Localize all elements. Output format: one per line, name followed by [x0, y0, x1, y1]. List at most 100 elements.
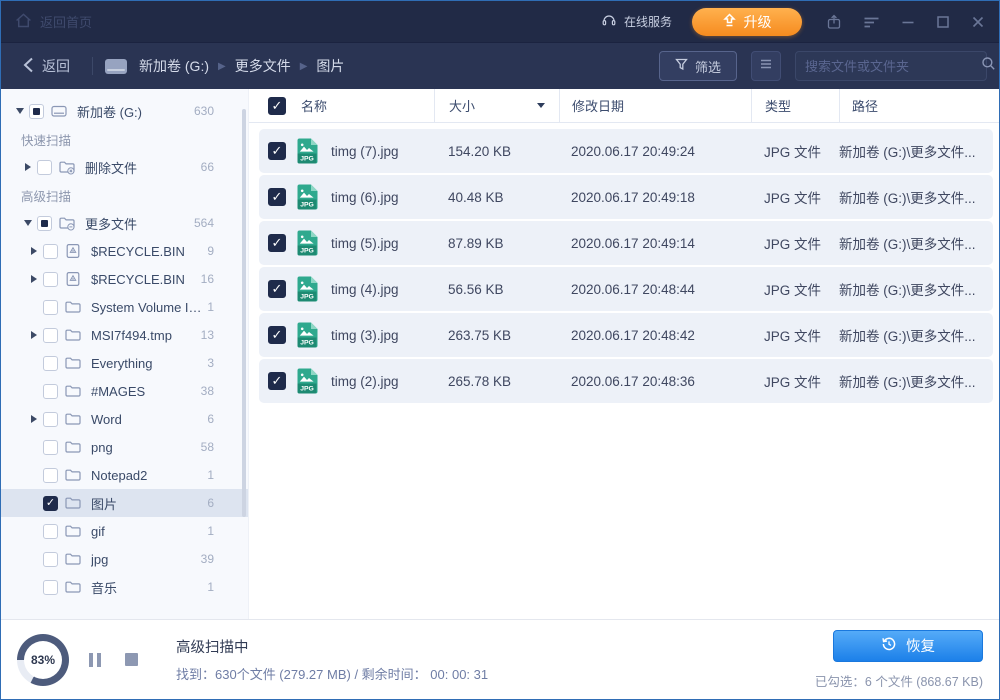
file-size: 263.75 KB: [434, 328, 559, 343]
sidebar-tree-item[interactable]: 更多文件 564: [1, 209, 248, 237]
folder-icon: [64, 550, 84, 568]
tree-label: Notepad2: [91, 468, 147, 483]
share-icon[interactable]: [826, 14, 842, 30]
scan-status-stats: 找到：630个文件 (279.27 MB) / 剩余时间： 00: 00: 31: [176, 664, 488, 683]
sidebar-scrollbar[interactable]: [242, 109, 246, 517]
scan-progress-value: 83%: [24, 641, 62, 679]
sidebar: 新加卷 (G:) 630 快速扫描 删除文件 66 高级扫描 更多文件 564 …: [1, 89, 249, 619]
tree-checkbox[interactable]: [37, 160, 52, 175]
home-button[interactable]: 返回首页: [15, 12, 92, 32]
sidebar-tree-item[interactable]: 音乐 1: [1, 573, 248, 601]
menu-icon[interactable]: [863, 15, 880, 29]
tree-label: 图片: [91, 494, 117, 513]
column-name[interactable]: 名称: [249, 89, 434, 122]
tree-label: Word: [91, 412, 122, 427]
list-view-icon: [759, 57, 773, 75]
sidebar-tree-item[interactable]: #MAGES 38: [1, 377, 248, 405]
breadcrumb-folder[interactable]: 更多文件: [235, 56, 291, 76]
breadcrumb-drive[interactable]: 新加卷 (G:): [139, 56, 209, 76]
sidebar-tree-item[interactable]: $RECYCLE.BIN 16: [1, 265, 248, 293]
expand-arrow-icon[interactable]: [27, 247, 41, 255]
pause-button[interactable]: [89, 653, 101, 667]
recover-button[interactable]: 恢复: [833, 630, 983, 662]
back-button[interactable]: 返回: [13, 56, 80, 76]
online-service-button[interactable]: 在线服务: [601, 12, 672, 31]
table-row[interactable]: JPG timg (7).jpg 154.20 KB 2020.06.17 20…: [259, 129, 993, 173]
sidebar-tree-item[interactable]: $RECYCLE.BIN 9: [1, 237, 248, 265]
tree-count: 66: [201, 160, 214, 174]
expand-arrow-icon[interactable]: [27, 331, 41, 339]
file-type: JPG 文件: [751, 141, 839, 161]
row-checkbox[interactable]: [268, 142, 286, 160]
tree-count: 1: [207, 300, 214, 314]
home-label: 返回首页: [40, 12, 92, 31]
stop-button[interactable]: [125, 653, 138, 666]
tree-checkbox[interactable]: [43, 244, 58, 259]
close-icon[interactable]: [971, 15, 985, 29]
sidebar-tree-item[interactable]: gif 1: [1, 517, 248, 545]
tree-checkbox[interactable]: [43, 384, 58, 399]
tree-checkbox[interactable]: [43, 300, 58, 315]
folder-icon: [64, 494, 84, 512]
filter-button[interactable]: 筛选: [659, 51, 737, 81]
tree-checkbox[interactable]: [43, 412, 58, 427]
upgrade-button[interactable]: 升级: [692, 8, 802, 36]
table-row[interactable]: JPG timg (5).jpg 87.89 KB 2020.06.17 20:…: [259, 221, 993, 265]
expand-arrow-icon[interactable]: [21, 163, 35, 171]
minimize-icon[interactable]: [901, 15, 915, 29]
table-row[interactable]: JPG timg (4).jpg 56.56 KB 2020.06.17 20:…: [259, 267, 993, 311]
tree-checkbox[interactable]: [43, 440, 58, 455]
sidebar-tree-item[interactable]: 新加卷 (G:) 630: [1, 97, 248, 125]
tree-checkbox[interactable]: [37, 216, 52, 231]
sidebar-tree-item[interactable]: Word 6: [1, 405, 248, 433]
drive-icon: [105, 59, 127, 74]
row-checkbox[interactable]: [268, 326, 286, 344]
row-checkbox[interactable]: [268, 280, 286, 298]
tree-count: 630: [194, 104, 214, 118]
file-name-cell: JPG timg (2).jpg: [259, 368, 434, 394]
column-path[interactable]: 路径: [839, 89, 999, 122]
tree-checkbox[interactable]: [43, 328, 58, 343]
expand-arrow-icon[interactable]: [13, 108, 27, 114]
tree-checkbox[interactable]: [43, 468, 58, 483]
table-row[interactable]: JPG timg (3).jpg 263.75 KB 2020.06.17 20…: [259, 313, 993, 357]
sidebar-tree-item[interactable]: jpg 39: [1, 545, 248, 573]
tree-label: 删除文件: [85, 158, 137, 177]
sidebar-tree-item[interactable]: 删除文件 66: [1, 153, 248, 181]
table-row[interactable]: JPG timg (6).jpg 40.48 KB 2020.06.17 20:…: [259, 175, 993, 219]
column-type[interactable]: 类型: [751, 89, 839, 122]
sidebar-tree-item[interactable]: Everything 3: [1, 349, 248, 377]
tree-checkbox[interactable]: [43, 524, 58, 539]
column-type-label: 类型: [765, 96, 791, 115]
tree-checkbox[interactable]: [43, 272, 58, 287]
column-date[interactable]: 修改日期: [559, 89, 751, 122]
expand-arrow-icon[interactable]: [27, 275, 41, 283]
tree-checkbox[interactable]: [43, 580, 58, 595]
svg-text:JPG: JPG: [300, 202, 314, 209]
row-checkbox[interactable]: [268, 188, 286, 206]
view-mode-button[interactable]: [751, 51, 781, 81]
search-icon[interactable]: [981, 56, 996, 76]
sidebar-tree-item[interactable]: MSI7f494.tmp 13: [1, 321, 248, 349]
tree-label: System Volume Inf...: [91, 300, 207, 315]
search-input[interactable]: [805, 59, 981, 74]
divider: [92, 57, 93, 75]
tree-checkbox[interactable]: [43, 496, 58, 511]
row-checkbox[interactable]: [268, 372, 286, 390]
expand-arrow-icon[interactable]: [27, 415, 41, 423]
tree-checkbox[interactable]: [43, 552, 58, 567]
tree-checkbox[interactable]: [43, 356, 58, 371]
sidebar-tree-item[interactable]: System Volume Inf... 1: [1, 293, 248, 321]
breadcrumb-current[interactable]: 图片: [316, 56, 344, 76]
sidebar-tree-item[interactable]: png 58: [1, 433, 248, 461]
row-checkbox[interactable]: [268, 234, 286, 252]
expand-arrow-icon[interactable]: [21, 220, 35, 226]
sidebar-tree-item[interactable]: 图片 6: [1, 489, 248, 517]
maximize-icon[interactable]: [936, 15, 950, 29]
sidebar-tree-item[interactable]: Notepad2 1: [1, 461, 248, 489]
tree-checkbox[interactable]: [29, 104, 44, 119]
select-all-checkbox[interactable]: [268, 97, 286, 115]
column-size[interactable]: 大小: [434, 89, 559, 122]
tree-label: 更多文件: [85, 214, 137, 233]
table-row[interactable]: JPG timg (2).jpg 265.78 KB 2020.06.17 20…: [259, 359, 993, 403]
